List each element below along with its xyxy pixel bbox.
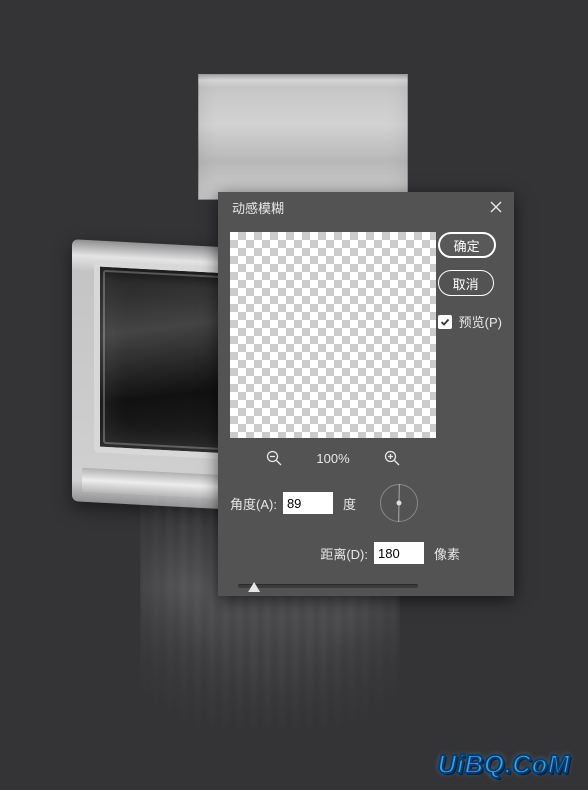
cancel-button[interactable]: 取消 bbox=[438, 270, 494, 296]
ok-button[interactable]: 确定 bbox=[438, 232, 496, 258]
distance-input[interactable] bbox=[374, 542, 424, 564]
dialog-body: 确定 取消 预览(P) 100% 角 bbox=[218, 222, 514, 600]
preview-checkbox[interactable]: 预览(P) bbox=[438, 312, 502, 331]
angle-label: 角度(A): bbox=[230, 494, 277, 513]
distance-unit: 像素 bbox=[434, 544, 460, 563]
dialog-title: 动感模糊 bbox=[232, 198, 284, 217]
angle-unit: 度 bbox=[343, 494, 356, 513]
zoom-value: 100% bbox=[316, 451, 349, 466]
preview-checkbox-label: 预览(P) bbox=[459, 312, 502, 331]
close-icon bbox=[490, 201, 502, 213]
angle-input[interactable] bbox=[283, 492, 333, 514]
preview-area[interactable] bbox=[230, 232, 436, 438]
distance-slider-thumb[interactable] bbox=[248, 582, 260, 592]
dialog-titlebar: 动感模糊 bbox=[218, 192, 514, 222]
checkbox-box bbox=[438, 315, 452, 329]
angle-dial[interactable] bbox=[380, 484, 418, 522]
angle-dial-center bbox=[396, 501, 401, 506]
watermark-text: UiBQ.CoM bbox=[437, 749, 570, 780]
zoom-in-icon[interactable] bbox=[384, 450, 400, 466]
zoom-out-icon[interactable] bbox=[266, 450, 282, 466]
check-icon bbox=[440, 317, 450, 327]
dialog-side-column: 确定 取消 预览(P) bbox=[438, 232, 502, 331]
distance-row: 距离(D): 像素 bbox=[230, 542, 460, 564]
zoom-controls: 100% bbox=[230, 450, 436, 466]
transparency-checker bbox=[230, 232, 436, 438]
distance-slider[interactable] bbox=[238, 584, 418, 588]
stainless-panel bbox=[198, 74, 408, 200]
close-button[interactable] bbox=[486, 197, 506, 217]
angle-row: 角度(A): 度 bbox=[230, 484, 502, 522]
motion-blur-dialog: 动感模糊 确定 取消 预览(P) 100% bbox=[218, 192, 514, 596]
distance-label: 距离(D): bbox=[320, 544, 368, 563]
